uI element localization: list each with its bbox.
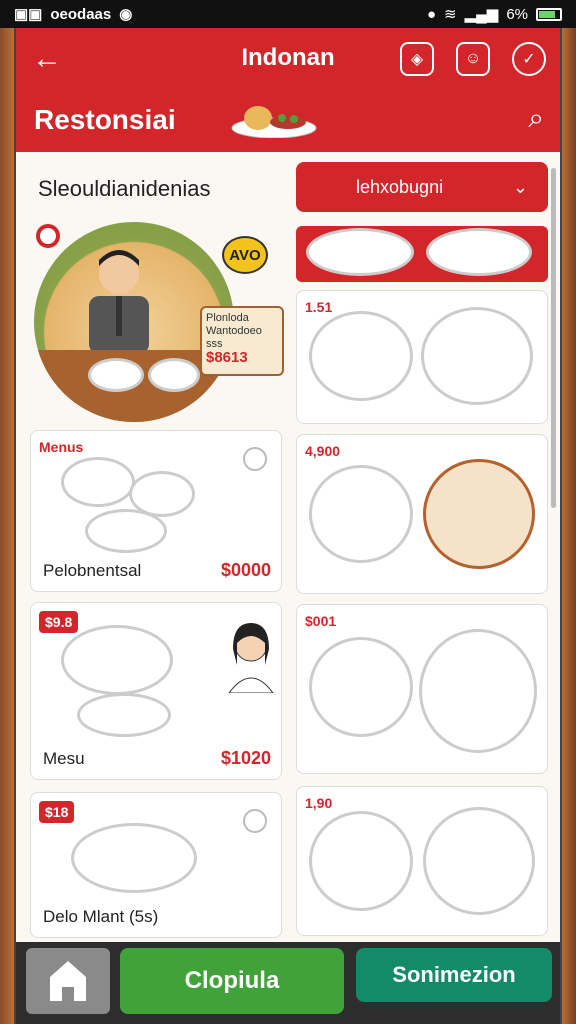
shield-icon[interactable]: ◈ [400, 42, 434, 76]
promo-tag: Plonloda Wantodoeo sss $8613 [200, 306, 284, 376]
promo-price: $8613 [206, 349, 248, 366]
card-price: $0000 [220, 560, 271, 580]
chef-illustration [89, 250, 149, 354]
select-radio[interactable] [243, 809, 267, 833]
battery-icon [536, 7, 562, 21]
header: ← Indonan ◈ ☺ ✓ Restonsiai ⌕ [16, 28, 560, 152]
hero-indicator-dot [36, 224, 60, 248]
notification-icon: ◉ [119, 6, 133, 23]
profile-icon[interactable]: ☺ [456, 42, 490, 76]
hero-plate [148, 358, 200, 392]
hero-badge: AVO [222, 236, 268, 274]
dropdown-value: lehxobugni [356, 176, 444, 197]
dish-card[interactable]: $001 [296, 604, 548, 774]
battery-text: 6% [506, 5, 528, 23]
hero-plate [88, 358, 144, 392]
select-radio[interactable] [243, 447, 267, 471]
food-plate [309, 637, 413, 737]
search-icon[interactable]: ⌕ [528, 102, 544, 135]
card-price: $1020 [220, 748, 271, 768]
menu-card[interactable]: $9.8 Mesu $1020 [30, 602, 282, 780]
food-plate [85, 509, 167, 553]
card-tag: $001 [305, 613, 337, 629]
header-dish-image [231, 106, 317, 138]
food-plate [421, 307, 533, 405]
card-tag: Menus [39, 439, 84, 455]
promo-line: Plonloda [206, 312, 249, 324]
food-plate [61, 625, 173, 695]
featured-strip[interactable] [296, 226, 548, 282]
card-tag: 1.51 [305, 299, 333, 315]
food-plate [309, 811, 413, 911]
dish-card[interactable]: 4,900 [296, 434, 548, 594]
chevron-down-icon: ⌄ [512, 176, 528, 197]
food-plate [419, 629, 537, 753]
section-title: Sleouldianidenias [38, 176, 211, 201]
food-plate [309, 311, 413, 401]
dish-card[interactable]: 1,90 [296, 786, 548, 936]
card-label: Pelobnentsal [43, 561, 142, 580]
menu-card[interactable]: Menus Pelobnentsal $0000 [30, 430, 282, 592]
restaurant-title: Restonsiai [34, 104, 176, 135]
bottom-action-bar: Clopiula Sonimezion [16, 942, 560, 1024]
customer-avatar [228, 623, 274, 693]
promo-line: Wantodoeo [206, 325, 262, 337]
card-label: Delo Mlant (5s) [43, 907, 159, 926]
scrollbar[interactable] [551, 168, 556, 508]
home-button[interactable] [26, 948, 110, 1014]
primary-action-button[interactable]: Clopiula [120, 948, 344, 1014]
card-tag: $9.8 [39, 611, 79, 633]
food-plate [423, 459, 535, 569]
strip-plate [426, 228, 532, 276]
dish-card[interactable]: 1.51 [296, 290, 548, 424]
status-bar: ▣▣ oeodaas ◉ ● ≋ ▂▄▆ 6% [0, 0, 576, 28]
wifi-icon: ≋ [444, 6, 457, 23]
home-icon [50, 961, 86, 1001]
food-plate [309, 465, 413, 563]
app-frame: ← Indonan ◈ ☺ ✓ Restonsiai ⌕ Sleouldiani… [14, 28, 562, 1024]
signal-icon: ▂▄▆ [464, 6, 499, 23]
food-bowl [61, 457, 135, 507]
category-dropdown[interactable]: lehxobugni ⌄ [296, 162, 548, 212]
food-plate [77, 693, 171, 737]
check-icon[interactable]: ✓ [512, 42, 546, 76]
secondary-action-button[interactable]: Sonimezion [356, 948, 552, 1002]
menu-card[interactable]: $18 Delo Mlant (5s) [30, 792, 282, 938]
card-label: Mesu [43, 749, 85, 768]
card-tag: 1,90 [305, 795, 333, 811]
card-tag: 4,900 [305, 443, 341, 459]
card-tag: $18 [39, 801, 75, 823]
food-plate [423, 807, 535, 915]
location-icon: ● [426, 5, 437, 23]
strip-plate [306, 228, 414, 276]
sim-icon: ▣▣ [14, 6, 43, 23]
status-text: oeodaas [50, 5, 112, 23]
food-plate [71, 823, 197, 893]
